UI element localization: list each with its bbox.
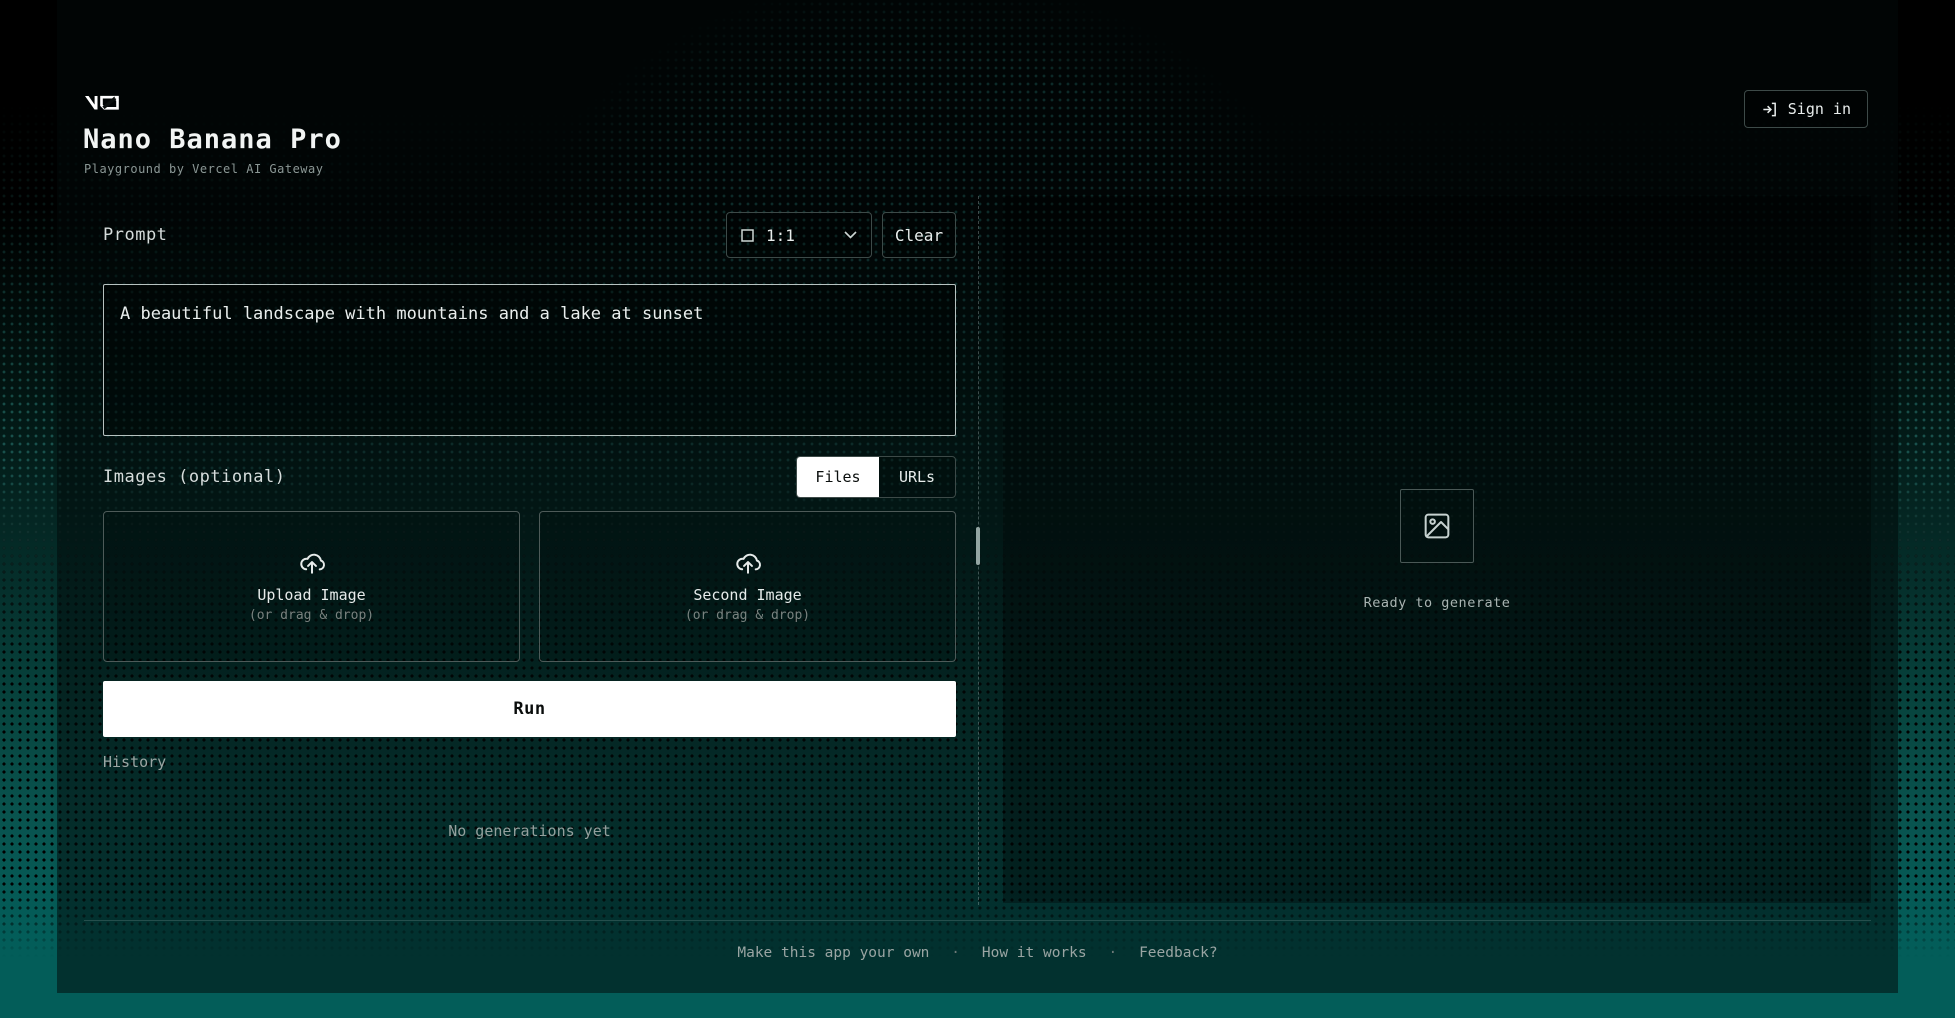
page-subtitle: Playground by Vercel AI Gateway (84, 162, 323, 176)
run-button[interactable]: Run (103, 681, 956, 737)
upload-hint: (or drag & drop) (685, 608, 810, 623)
prompt-header-row: Prompt 1:1 Clear (103, 212, 956, 258)
upload-boxes-row: Upload Image (or drag & drop) Second Ima… (103, 511, 956, 662)
upload-title: Second Image (693, 586, 801, 604)
prompt-input[interactable]: A beautiful landscape with mountains and… (103, 284, 956, 436)
app-page: Nano Banana Pro Playground by Vercel AI … (0, 0, 1955, 1018)
images-header-row: Images (optional) Files URLs (103, 456, 956, 498)
output-panel: Ready to generate (1003, 196, 1871, 903)
clear-button[interactable]: Clear (882, 212, 956, 258)
output-status-text: Ready to generate (1364, 595, 1511, 611)
images-label: Images (optional) (103, 467, 286, 487)
page-title: Nano Banana Pro (83, 124, 342, 155)
cloud-upload-icon (734, 550, 762, 578)
app-container: Nano Banana Pro Playground by Vercel AI … (57, 0, 1898, 993)
history-empty-message: No generations yet (103, 822, 956, 840)
footer-links: Make this app your own · How it works · … (57, 945, 1898, 961)
login-arrow-icon (1761, 101, 1778, 118)
prompt-label: Prompt (103, 225, 167, 245)
upload-hint: (or drag & drop) (249, 608, 374, 623)
upload-image-dropzone[interactable]: Upload Image (or drag & drop) (103, 511, 520, 662)
aspect-ratio-value: 1:1 (766, 226, 795, 245)
chevron-down-icon (844, 231, 857, 239)
footer-divider (84, 920, 1871, 921)
image-icon (1421, 510, 1453, 542)
v0-logo-icon (84, 92, 122, 115)
image-source-toggle: Files URLs (796, 456, 956, 498)
footer-link-how-it-works[interactable]: How it works (982, 945, 1087, 961)
tab-files[interactable]: Files (797, 457, 879, 497)
aspect-ratio-select[interactable]: 1:1 (726, 212, 872, 258)
sign-in-button[interactable]: Sign in (1744, 90, 1868, 128)
cloud-upload-icon (298, 550, 326, 578)
history-label: History (103, 753, 166, 771)
square-icon (741, 229, 754, 242)
second-image-dropzone[interactable]: Second Image (or drag & drop) (539, 511, 956, 662)
footer-link-make-your-own[interactable]: Make this app your own (737, 945, 929, 961)
sign-in-label: Sign in (1788, 100, 1851, 118)
tab-urls[interactable]: URLs (879, 457, 955, 497)
upload-title: Upload Image (257, 586, 365, 604)
panel-resize-handle[interactable] (976, 527, 980, 565)
footer-link-feedback[interactable]: Feedback? (1139, 945, 1218, 961)
output-placeholder-frame (1400, 489, 1474, 563)
footer-separator: · (951, 945, 959, 961)
footer-separator: · (1109, 945, 1117, 961)
